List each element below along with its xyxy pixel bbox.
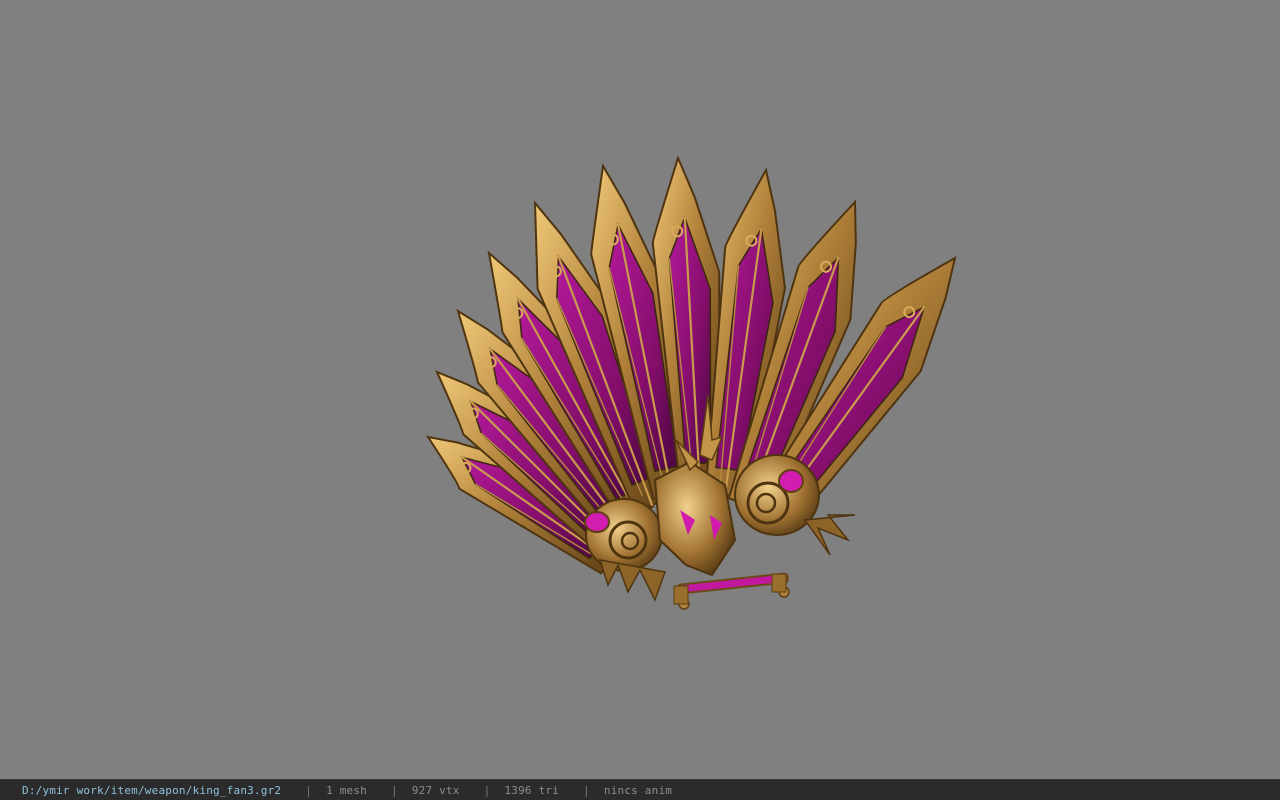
status-bar: D:/ymir work/item/weapon/king_fan3.gr2 |… [0, 779, 1280, 800]
file-path: D:/ymir work/item/weapon/king_fan3.gr2 [22, 783, 282, 797]
fan-weapon-model-icon[interactable] [0, 0, 1280, 779]
3d-viewport[interactable] [0, 0, 1280, 779]
vertex-count: 927 vtx [411, 783, 460, 797]
animation-status: nincs anim [603, 783, 673, 797]
separator: | [583, 783, 590, 797]
separator: | [305, 783, 313, 797]
separator: | [483, 783, 491, 797]
mesh-count: 1 mesh [326, 783, 368, 797]
fan-handle [673, 572, 790, 610]
separator: | [391, 783, 398, 797]
triangle-count: 1396 tri [504, 783, 560, 797]
